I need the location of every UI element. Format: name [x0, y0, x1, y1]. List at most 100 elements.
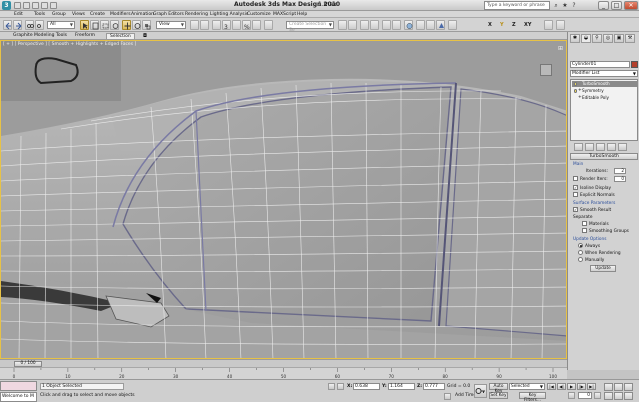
turbosmooth-rollout-header[interactable]: TurboSmooth: [570, 153, 638, 160]
layer-manager-icon[interactable]: [360, 20, 369, 30]
pin-stack-icon[interactable]: [574, 143, 583, 151]
menu-modifiers[interactable]: Modifiers: [110, 12, 131, 17]
update-manually-radio[interactable]: [578, 257, 583, 262]
stack-item-turbosmooth[interactable]: TurboSmooth: [572, 81, 637, 87]
info-center-search-input[interactable]: Type a keyword or phrase: [484, 1, 550, 10]
go-to-end-icon[interactable]: ▶|: [587, 383, 596, 390]
isoline-display-checkbox[interactable]: ✓: [573, 185, 578, 190]
percent-snap-icon[interactable]: %: [242, 20, 251, 30]
select-object-icon[interactable]: [80, 20, 89, 30]
key-filters-button[interactable]: Key Filters...: [519, 392, 546, 402]
motion-tab-icon[interactable]: ◎: [603, 34, 613, 43]
previous-frame-icon[interactable]: ◀|: [557, 383, 566, 390]
display-tab-icon[interactable]: ▣: [614, 34, 624, 43]
tab-freeform[interactable]: Freeform: [72, 33, 98, 39]
graphite-toggle-icon[interactable]: [370, 20, 379, 30]
explicit-normals-checkbox[interactable]: [573, 192, 578, 197]
render-iters-spinner[interactable]: 0: [614, 176, 626, 182]
key-mode-toggle-icon[interactable]: [568, 392, 575, 399]
perspective-viewport[interactable]: [ + ] [ Perspective ] [ Smooth + Highlig…: [0, 40, 567, 359]
absolute-mode-icon[interactable]: [337, 383, 344, 390]
render-iterative-icon[interactable]: [448, 20, 457, 30]
angle-snap-icon[interactable]: [232, 20, 241, 30]
expand-plus-icon[interactable]: +: [578, 95, 582, 101]
field-of-view-icon[interactable]: [604, 392, 613, 400]
binoculars-icon[interactable]: ⌕: [552, 2, 560, 9]
menu-views[interactable]: Views: [72, 12, 85, 17]
undo-icon[interactable]: [3, 20, 12, 30]
new-file-icon[interactable]: [14, 2, 21, 9]
set-key-icon[interactable]: [474, 384, 487, 398]
rendered-frame-window-icon[interactable]: [426, 20, 435, 30]
key-mode-dropdown[interactable]: Selected ▼: [509, 383, 545, 390]
maxscript-listener-output[interactable]: [0, 381, 37, 391]
menu-edit[interactable]: Edit: [14, 12, 23, 17]
show-end-result-icon[interactable]: [585, 143, 594, 151]
snaps-toggle-icon[interactable]: 3: [222, 20, 231, 30]
modify-tab-icon[interactable]: ◒: [581, 34, 591, 43]
menu-rendering[interactable]: Rendering: [185, 12, 208, 17]
schematic-view-icon[interactable]: [392, 20, 401, 30]
save-file-icon[interactable]: [32, 2, 39, 9]
menu-tools[interactable]: Tools: [34, 12, 45, 17]
menu-customize[interactable]: Customize: [247, 12, 271, 17]
tab-selection[interactable]: Selection: [106, 33, 135, 39]
orbit-icon[interactable]: [624, 392, 633, 400]
mirror-icon[interactable]: [338, 20, 347, 30]
minimize-button[interactable]: _: [598, 1, 609, 10]
play-icon[interactable]: ▶: [567, 383, 576, 390]
select-and-scale-icon[interactable]: [142, 20, 151, 30]
select-and-move-icon[interactable]: [122, 20, 131, 30]
menu-maxscript[interactable]: MAXScript: [273, 12, 296, 17]
window-crossing-icon[interactable]: [110, 20, 119, 30]
stack-item-symmetry[interactable]: + Symmetry: [572, 88, 637, 94]
rectangular-selection-icon[interactable]: [100, 20, 109, 30]
select-and-link-icon[interactable]: [25, 20, 34, 30]
reference-coordinate-dropdown[interactable]: View ▼: [156, 21, 186, 29]
object-name-field[interactable]: Cylinder01: [570, 61, 630, 68]
toolbar-overflow-icon[interactable]: [556, 20, 565, 30]
select-and-rotate-icon[interactable]: [132, 20, 141, 30]
close-button[interactable]: ✕: [624, 1, 638, 10]
menu-graph-editors[interactable]: Graph Editors: [153, 12, 184, 17]
axis-y-icon[interactable]: Y: [500, 22, 504, 28]
pivot-center-icon[interactable]: [190, 20, 199, 30]
expand-plus-icon[interactable]: +: [578, 88, 582, 94]
maximize-button[interactable]: □: [611, 1, 622, 10]
axis-x-icon[interactable]: X: [488, 22, 492, 28]
update-always-radio[interactable]: [578, 243, 583, 248]
smoothing-groups-checkbox[interactable]: [582, 228, 587, 233]
modifier-list-dropdown[interactable]: Modifier List ▼: [570, 70, 638, 77]
constraints-icon[interactable]: [544, 20, 553, 30]
create-tab-icon[interactable]: ✱: [570, 34, 580, 43]
app-logo-icon[interactable]: 3: [2, 1, 11, 10]
maxscript-listener-input[interactable]: Welcome to M: [0, 392, 37, 402]
make-unique-icon[interactable]: [596, 143, 605, 151]
ribbon-expand-icon[interactable]: ◘: [140, 33, 150, 39]
render-production-icon[interactable]: [436, 20, 445, 30]
current-frame-field[interactable]: 0: [578, 392, 592, 399]
select-by-name-icon[interactable]: [90, 20, 99, 30]
lock-selection-icon[interactable]: [328, 383, 335, 390]
z-coord-field[interactable]: 0.777: [423, 383, 445, 390]
undo-icon[interactable]: [41, 2, 48, 9]
time-slider[interactable]: 0 / 100: [0, 359, 567, 367]
named-selection-sets-dropdown[interactable]: Create Selection Se ▼: [286, 21, 334, 33]
configure-sets-icon[interactable]: [618, 143, 627, 151]
edit-named-selection-icon[interactable]: [264, 20, 273, 30]
zoom-icon[interactable]: [604, 383, 613, 391]
stack-item-editable-poly[interactable]: + Editable Poly: [572, 95, 637, 101]
iterations-spinner[interactable]: 2: [614, 168, 626, 174]
pan-view-icon[interactable]: [614, 392, 623, 400]
next-frame-icon[interactable]: |▶: [577, 383, 586, 390]
hierarchy-tab-icon[interactable]: ⚲: [592, 34, 602, 43]
tab-graphite-modeling-tools[interactable]: Graphite Modeling Tools: [10, 33, 70, 39]
viewport-maximize-icon[interactable]: ⊞: [558, 45, 563, 52]
update-when-rendering-radio[interactable]: [578, 250, 583, 255]
viewcube-icon[interactable]: [540, 64, 552, 76]
help-icon[interactable]: ?: [570, 2, 578, 9]
x-coord-field[interactable]: 0.638: [353, 383, 380, 390]
time-tag-icon[interactable]: [444, 393, 451, 400]
star-icon[interactable]: ★: [561, 2, 569, 9]
open-file-icon[interactable]: [23, 2, 30, 9]
